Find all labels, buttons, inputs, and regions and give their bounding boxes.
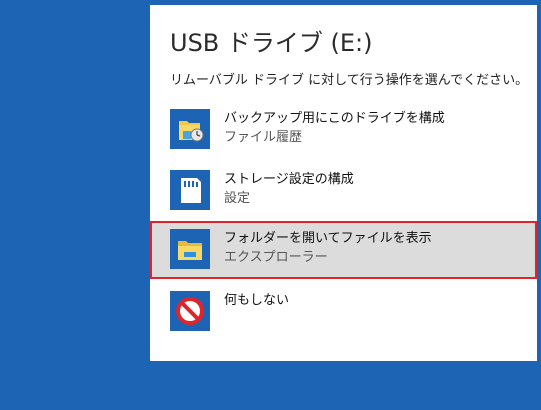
option-sublabel: エクスプローラー (224, 250, 328, 265)
no-action-icon (176, 297, 204, 325)
sd-card-icon (181, 178, 201, 203)
option-backup-file-history[interactable]: バックアップ用にこのドライブを構成 ファイル履歴 (150, 101, 537, 159)
option-label: ストレージ設定の構成 (224, 172, 354, 187)
option-sublabel: 設定 (224, 191, 251, 206)
option-sublabel: ファイル履歴 (224, 130, 303, 145)
file-history-icon (179, 121, 204, 142)
folder-icon (178, 241, 202, 260)
option-label: バックアップ用にこのドライブを構成 (224, 111, 445, 126)
option-label: 何もしない (224, 293, 290, 308)
option-do-nothing[interactable]: 何もしない (150, 283, 537, 341)
file-history-tile (170, 109, 210, 149)
autoplay-dialog: USB ドライブ (E:) リムーバブル ドライブ に対して行う操作を選んでくだ… (150, 5, 537, 361)
option-storage-settings[interactable]: ストレージ設定の構成 設定 (150, 162, 537, 220)
option-label: フォルダーを開いてファイルを表示 (224, 231, 432, 246)
storage-settings-tile (170, 170, 210, 210)
do-nothing-tile (170, 291, 210, 331)
option-open-folder[interactable]: フォルダーを開いてファイルを表示 エクスプローラー (150, 221, 537, 279)
open-folder-tile (170, 229, 210, 269)
dialog-prompt: リムーバブル ドライブ に対して行う操作を選んでください。 (170, 73, 529, 88)
dialog-title: USB ドライブ (E:) (170, 29, 373, 57)
